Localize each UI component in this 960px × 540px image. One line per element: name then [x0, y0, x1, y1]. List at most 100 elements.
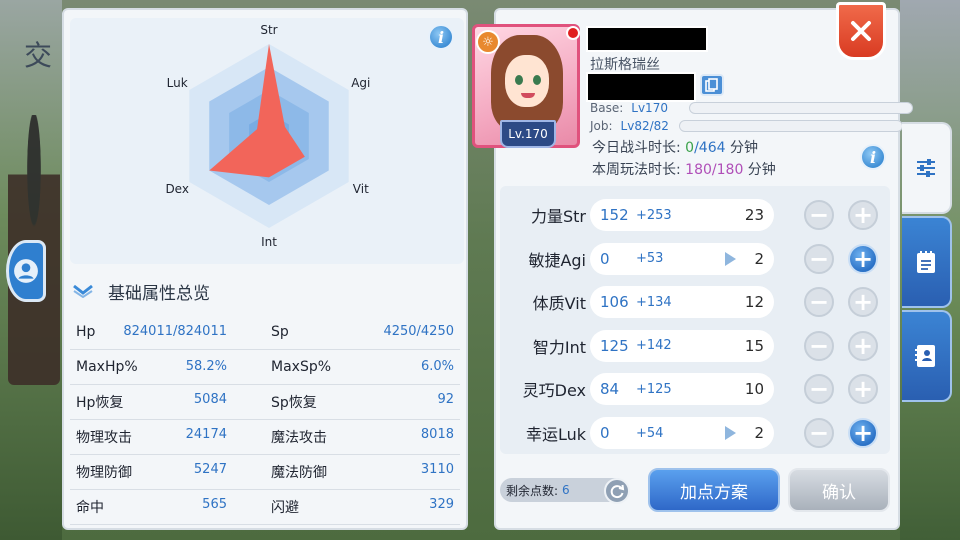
stat-cell: MaxSp% 6.0%: [265, 359, 460, 375]
side-profile-tab[interactable]: [6, 240, 46, 302]
stat-cell: 魔法防御 3110: [265, 462, 460, 482]
stat-cell: MaxHp% 58.2%: [70, 359, 265, 375]
radar-axis-label: Str: [260, 23, 277, 37]
point-plan-button[interactable]: 加点方案: [648, 468, 780, 512]
copy-icon: [705, 78, 718, 92]
stat-label: 魔法防御: [271, 465, 327, 481]
confirm-button[interactable]: 确认: [788, 468, 890, 512]
time-info-button[interactable]: i: [860, 144, 886, 170]
summary-table: Hp 824011/824011 Sp 4250/4250 MaxHp% 58.2% Max…: [70, 315, 460, 525]
job-level-label: Job:: [590, 119, 613, 133]
remaining-points-label: 剩余点数:: [506, 483, 559, 498]
attribute-name: 幸运Luk: [525, 425, 586, 444]
attribute-base: 0: [600, 249, 610, 268]
play-arrow-icon: [725, 426, 736, 440]
summary-header[interactable]: 基础属性总览: [72, 278, 210, 304]
decrease-button[interactable]: −: [804, 200, 834, 230]
copy-button[interactable]: [700, 74, 724, 96]
stat-value: 5247: [193, 462, 227, 477]
stat-label: MaxHp%: [76, 359, 138, 375]
attribute-cost: 2: [754, 249, 764, 268]
attribute-name: 灵巧Dex: [522, 381, 586, 401]
minus-icon: −: [808, 419, 830, 447]
plus-icon: +: [852, 419, 874, 447]
increase-button[interactable]: +: [848, 200, 878, 230]
stat-value: 565: [202, 497, 227, 512]
week-play-time: 本周玩法时长: 180/180 分钟: [592, 162, 776, 178]
attribute-row: 体质Vit 106 +134 12 − +: [500, 283, 890, 321]
attribute-value-bar: 0 +54 2: [590, 417, 774, 449]
contact-book-icon: [915, 345, 935, 367]
job-exp-bar: [678, 120, 903, 132]
stat-label: Hp: [76, 324, 96, 340]
minus-icon: −: [808, 331, 830, 360]
info-icon: i: [869, 147, 877, 167]
notepad-icon: [917, 251, 935, 273]
table-row: 命中 565 闪避 329: [70, 490, 460, 525]
stat-label: Hp恢复: [76, 395, 124, 411]
decrease-button[interactable]: −: [804, 330, 834, 361]
redacted-player-id: [586, 72, 696, 102]
increase-button[interactable]: +: [848, 243, 878, 274]
attribute-name: 智力Int: [532, 337, 586, 357]
sliders-icon: [917, 159, 935, 177]
attribute-base: 152: [600, 206, 629, 224]
stat-value: 5084: [193, 392, 227, 407]
table-row: 物理防御 5247 魔法防御 3110: [70, 455, 460, 490]
table-row: MaxHp% 58.2% MaxSp% 6.0%: [70, 350, 460, 385]
stat-cell: 魔法攻击 8018: [265, 427, 460, 447]
stat-value: 4250/4250: [383, 324, 454, 339]
tab-contacts[interactable]: [902, 310, 952, 402]
tab-notes[interactable]: [902, 216, 952, 308]
attribute-row: 智力Int 125 +142 15 − +: [500, 327, 890, 365]
plus-icon: +: [852, 244, 874, 273]
info-icon: i: [437, 27, 445, 47]
minus-icon: −: [808, 201, 830, 229]
increase-button[interactable]: +: [848, 374, 878, 405]
stat-value: 3110: [420, 462, 454, 477]
attribute-value-bar: 0 +53 2: [590, 242, 774, 275]
stat-label: Sp恢复: [271, 395, 317, 411]
chevron-down-icon: [73, 284, 93, 298]
info-button[interactable]: i: [428, 24, 454, 50]
attribute-list: 力量Str 152 +253 23− + 敏捷Agi 0 +53 2− + 体质Vit 106 +134…: [500, 186, 890, 454]
radar-axis-label: Agi: [351, 76, 370, 90]
minus-icon: −: [808, 288, 830, 317]
decrease-button[interactable]: −: [804, 418, 834, 448]
decrease-button[interactable]: −: [804, 374, 834, 405]
decrease-button[interactable]: −: [804, 287, 834, 318]
attribute-value-bar: 125 +142 15: [590, 329, 774, 362]
reset-points-button[interactable]: [604, 478, 630, 504]
decrease-button[interactable]: −: [804, 243, 834, 274]
plus-icon: +: [852, 375, 874, 404]
attribute-cost: 23: [744, 206, 764, 224]
base-level-label: Base:: [590, 101, 624, 115]
stat-value: 824011/824011: [123, 324, 227, 339]
attribute-value-bar: 84 +125 10: [590, 373, 774, 406]
close-button[interactable]: [836, 2, 886, 60]
increase-button[interactable]: +: [848, 330, 878, 361]
stat-cell: Hp恢复 5084: [70, 392, 265, 412]
attribute-bonus: +253: [636, 207, 672, 223]
stat-label: Sp: [271, 324, 289, 340]
table-row: 物理攻击 24174 魔法攻击 8018: [70, 420, 460, 455]
attribute-bonus: +54: [636, 425, 664, 441]
stat-value: 58.2%: [185, 359, 227, 374]
week-max: /180: [711, 162, 744, 178]
increase-button[interactable]: +: [848, 287, 878, 318]
stat-label: 物理防御: [76, 465, 132, 481]
tab-attributes[interactable]: [902, 122, 952, 214]
table-row: Hp恢复 5084 Sp恢复 92: [70, 385, 460, 420]
stat-cell: 命中 565: [70, 497, 265, 517]
attribute-bonus: +142: [636, 338, 672, 354]
remaining-points-value: 6: [562, 483, 570, 497]
week-current: 180: [685, 162, 712, 178]
radar-axis-label: Luk: [167, 76, 188, 90]
job-level-value: Lv82/82: [620, 119, 669, 133]
attribute-value-bar: 152 +253 23: [590, 199, 774, 231]
background-text: 交: [24, 39, 53, 72]
stat-cell: Sp 4250/4250: [265, 324, 460, 340]
attribute-row: 灵巧Dex 84 +125 10 − +: [500, 370, 890, 408]
attribute-bonus: +53: [636, 251, 664, 267]
increase-button[interactable]: +: [848, 418, 878, 448]
